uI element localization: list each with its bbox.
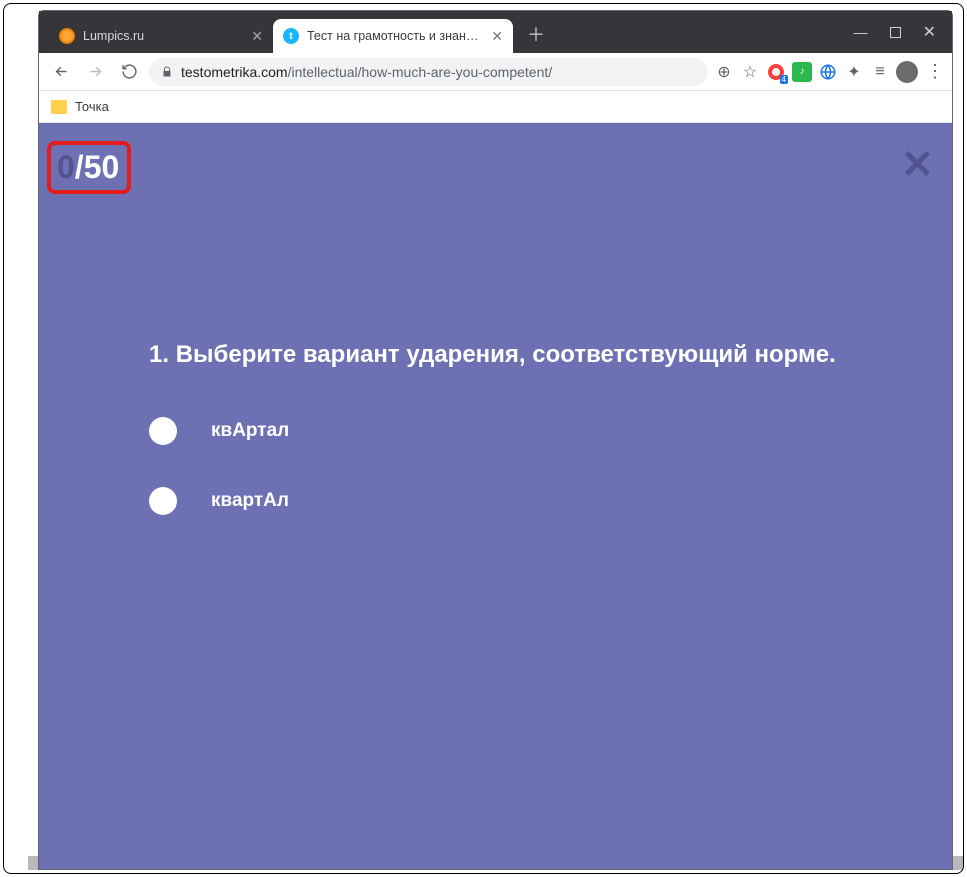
forward-button[interactable] xyxy=(81,58,109,86)
favicon-lumpics xyxy=(59,28,75,44)
extension-tune[interactable]: ≡ xyxy=(870,62,890,82)
tab-title: Тест на грамотность и знание р xyxy=(307,29,479,43)
tab-close-icon[interactable]: ✕ xyxy=(487,28,503,45)
page-content: 0 / 50 ✕ 1. Выберите вариант ударения, с… xyxy=(39,123,952,869)
question-block: 1. Выберите вариант ударения, соответств… xyxy=(149,341,892,557)
omnibox[interactable]: testometrika.com/intellectual/how-much-a… xyxy=(149,58,708,86)
progress-total: 50 xyxy=(84,149,120,186)
option-label: квАртал xyxy=(211,420,289,442)
minimize-button[interactable]: — xyxy=(854,24,868,40)
zoom-indicator[interactable]: ⊕ xyxy=(714,62,734,82)
browser-window: Lumpics.ru ✕ t Тест на грамотность и зна… xyxy=(38,10,953,870)
tab-testometrika[interactable]: t Тест на грамотность и знание р ✕ xyxy=(273,19,513,53)
favicon-testometrika: t xyxy=(283,28,299,44)
back-button[interactable] xyxy=(47,58,75,86)
option-label: квартАл xyxy=(211,490,289,512)
chrome-menu-button[interactable]: ⋮ xyxy=(924,62,944,82)
profile-avatar[interactable] xyxy=(896,61,918,83)
titlebar: Lumpics.ru ✕ t Тест на грамотность и зна… xyxy=(39,11,952,53)
window-controls: — ✕ xyxy=(854,11,946,53)
new-tab-button[interactable]: ＋ xyxy=(513,21,559,53)
answer-option-1[interactable]: квАртал xyxy=(149,417,892,445)
tab-lumpics[interactable]: Lumpics.ru ✕ xyxy=(49,19,273,53)
extensions-button[interactable]: ✦ xyxy=(844,62,864,82)
progress-counter: 0 / 50 xyxy=(57,149,119,186)
maximize-button[interactable] xyxy=(890,27,901,38)
address-bar: testometrika.com/intellectual/how-much-a… xyxy=(39,53,952,91)
progress-separator: / xyxy=(75,149,84,186)
close-window-button[interactable]: ✕ xyxy=(923,22,936,42)
opera-badge: 4 xyxy=(780,75,788,84)
extension-globe[interactable] xyxy=(818,62,838,82)
bookmark-item[interactable]: Точка xyxy=(75,99,109,114)
star-button[interactable]: ☆ xyxy=(740,62,760,82)
reload-button[interactable] xyxy=(115,58,143,86)
tab-title: Lumpics.ru xyxy=(83,29,239,43)
lock-icon xyxy=(161,66,173,78)
folder-icon xyxy=(51,100,67,114)
question-text: 1. Выберите вариант ударения, соответств… xyxy=(149,341,892,369)
extension-music[interactable]: ♪ xyxy=(792,62,812,82)
url-text: testometrika.com/intellectual/how-much-a… xyxy=(181,64,552,80)
close-quiz-button[interactable]: ✕ xyxy=(900,145,934,185)
progress-counter-highlight: 0 / 50 xyxy=(47,141,131,194)
tab-close-icon[interactable]: ✕ xyxy=(247,28,263,45)
radio-icon xyxy=(149,417,177,445)
tab-strip: Lumpics.ru ✕ t Тест на грамотность и зна… xyxy=(39,11,559,53)
progress-current: 0 xyxy=(57,149,75,186)
extension-opera[interactable]: 4 xyxy=(766,62,786,82)
answer-option-2[interactable]: квартАл xyxy=(149,487,892,515)
bookmarks-bar: Точка xyxy=(39,91,952,123)
radio-icon xyxy=(149,487,177,515)
